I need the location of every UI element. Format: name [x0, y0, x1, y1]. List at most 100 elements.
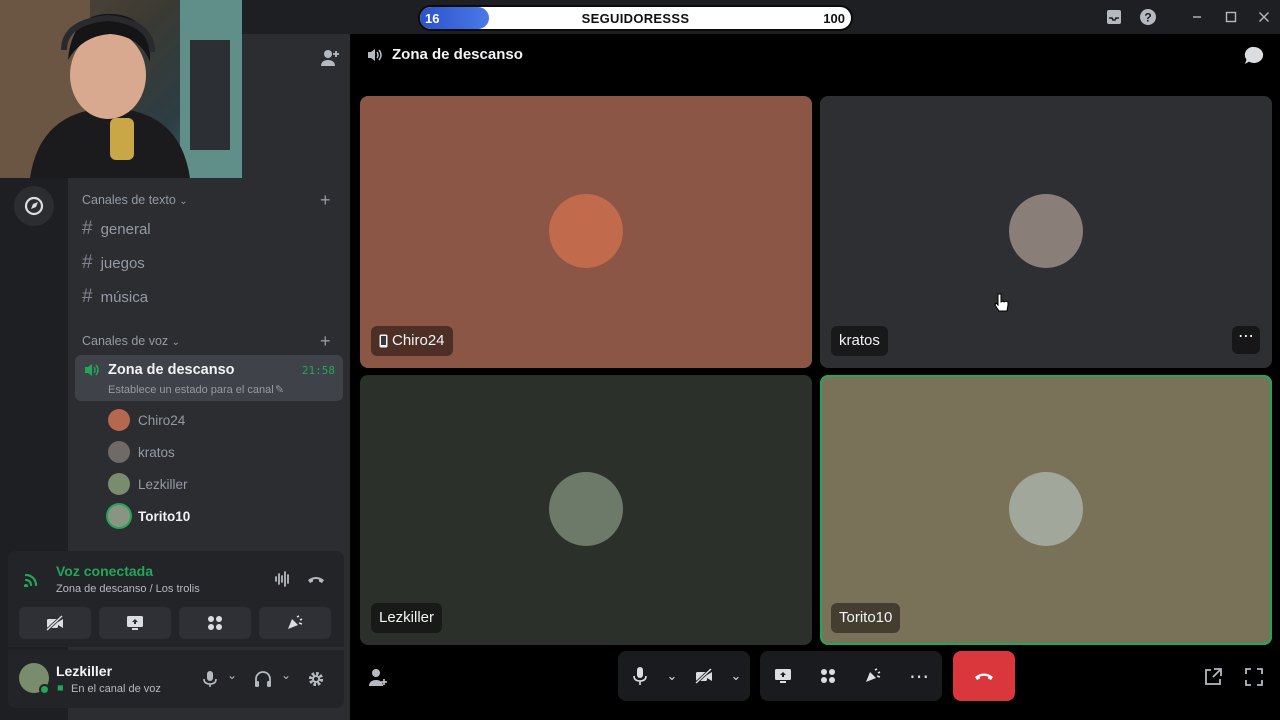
activity-controls: ⋯	[760, 651, 942, 701]
mute-button[interactable]	[618, 651, 662, 701]
voice-member[interactable]: kratos	[108, 440, 175, 464]
channel-general[interactable]: # general	[82, 218, 151, 240]
inbox-icon[interactable]	[1103, 6, 1125, 28]
participant-name-tag: Lezkiller	[371, 603, 443, 633]
add-voice-channel-button[interactable]: +	[320, 331, 331, 352]
hash-icon: #	[82, 286, 93, 307]
page-title: Zona de descanso	[392, 46, 523, 63]
avatar	[549, 472, 623, 546]
participant-tile-kratos[interactable]: kratos ⋯	[820, 96, 1272, 368]
minimize-icon[interactable]	[1186, 6, 1208, 28]
screen-share-button[interactable]	[99, 607, 171, 639]
participant-tile-lezkiller[interactable]: Lezkiller	[360, 375, 812, 645]
user-status: En el canal de voz	[71, 683, 161, 695]
member-name: kratos	[138, 444, 175, 460]
soundboard-button[interactable]	[850, 651, 896, 701]
headphones-icon[interactable]	[254, 670, 272, 688]
screen-share-button[interactable]	[760, 651, 806, 701]
voice-channel-timer: 21:58	[301, 364, 335, 377]
avatar	[108, 409, 130, 431]
voice-channel-zona[interactable]: Zona de descanso 21:58 Establece un esta…	[75, 355, 343, 401]
channel-musica[interactable]: # música	[82, 286, 148, 308]
member-name: Torito10	[138, 508, 191, 524]
participant-name-tag: kratos	[831, 326, 888, 356]
participant-tile-torito10[interactable]: Torito10	[820, 375, 1272, 645]
avatar	[549, 194, 623, 268]
participant-name: Chiro24	[392, 332, 445, 349]
help-icon[interactable]: ?	[1137, 6, 1159, 28]
maximize-icon[interactable]	[1220, 6, 1242, 28]
popout-icon[interactable]	[1202, 666, 1224, 688]
follower-goal-target: 100	[823, 11, 845, 26]
voice-member[interactable]: Chiro24	[108, 408, 185, 432]
signal-icon	[24, 571, 42, 587]
channel-juegos[interactable]: # juegos	[82, 252, 145, 274]
more-options-icon[interactable]: ⋯	[896, 651, 942, 701]
activities-icon	[821, 669, 835, 683]
microphone-icon	[633, 667, 647, 685]
noise-suppression-icon[interactable]	[274, 571, 292, 587]
hang-up-icon	[975, 673, 993, 680]
more-options-button[interactable]: ⋯	[1232, 326, 1260, 354]
participant-tile-chiro24[interactable]: Chiro24	[360, 96, 812, 368]
text-channels-category[interactable]: Canales de texto ⌄	[82, 193, 188, 207]
compass-icon	[24, 196, 44, 216]
fullscreen-icon[interactable]	[1243, 666, 1265, 688]
avatar	[108, 505, 130, 527]
streamer-camera-image	[0, 0, 242, 178]
screen-share-icon	[127, 616, 143, 630]
channel-label: general	[100, 221, 151, 238]
add-text-channel-button[interactable]: +	[320, 190, 331, 211]
microphone-icon[interactable]	[202, 670, 218, 688]
chevron-down-icon[interactable]: ⌄	[281, 668, 291, 682]
member-name: Lezkiller	[138, 476, 188, 492]
avatar	[1009, 194, 1083, 268]
speaker-icon	[366, 47, 384, 63]
invite-icon[interactable]	[367, 667, 389, 689]
activities-button[interactable]	[179, 607, 251, 639]
member-name: Chiro24	[138, 412, 186, 428]
avatar	[108, 441, 130, 463]
disconnect-icon[interactable]	[306, 571, 326, 587]
chevron-down-icon[interactable]: ⌄	[662, 651, 682, 701]
camera-button[interactable]	[682, 651, 726, 701]
gear-icon[interactable]	[307, 670, 325, 688]
participant-name-tag: Torito10	[831, 603, 901, 633]
audio-video-controls: ⌄ ⌄	[618, 651, 750, 701]
voice-status[interactable]: Voz conectada	[56, 563, 153, 579]
hash-icon: #	[82, 252, 93, 273]
channel-status-placeholder[interactable]: Establece un estado para el canal	[108, 384, 274, 396]
follower-goal-label: SEGUIDORESSS	[581, 11, 690, 26]
chevron-down-icon[interactable]: ⌄	[726, 651, 746, 701]
close-icon[interactable]	[1253, 6, 1275, 28]
mouse-cursor	[994, 292, 1010, 314]
voice-channels-category[interactable]: Canales de voz ⌄	[82, 334, 180, 348]
camera-toggle-button[interactable]	[19, 607, 91, 639]
soundboard-icon	[866, 668, 881, 682]
add-friend-icon[interactable]	[320, 48, 340, 68]
chat-icon[interactable]	[1243, 45, 1265, 67]
participant-name: kratos	[839, 332, 880, 349]
voice-connected-panel: Voz conectada Zona de descanso / Los tro…	[8, 551, 344, 647]
speaker-icon	[83, 362, 101, 378]
chevron-down-icon[interactable]: ⌄	[227, 668, 237, 682]
chevron-down-icon: ⌄	[179, 196, 188, 207]
voice-location[interactable]: Zona de descanso / Los trolis	[56, 583, 200, 595]
channel-label: juegos	[100, 255, 145, 272]
hash-icon: #	[82, 218, 93, 239]
camera-off-icon	[694, 667, 713, 685]
voice-member-speaking[interactable]: Torito10	[108, 504, 190, 528]
username[interactable]: Lezkiller	[56, 663, 112, 679]
discover-button[interactable]	[14, 186, 54, 226]
disconnect-button[interactable]	[953, 651, 1015, 701]
voice-member[interactable]: Lezkiller	[108, 472, 188, 496]
participant-name: Torito10	[839, 609, 893, 626]
activities-icon	[208, 616, 222, 630]
avatar	[108, 473, 130, 495]
webcam-overlay	[0, 0, 242, 178]
soundboard-button[interactable]	[259, 607, 331, 639]
pencil-icon[interactable]: ✎	[275, 383, 284, 396]
avatar	[1009, 472, 1083, 546]
activities-button[interactable]	[806, 651, 850, 701]
chevron-down-icon: ⌄	[171, 337, 181, 348]
